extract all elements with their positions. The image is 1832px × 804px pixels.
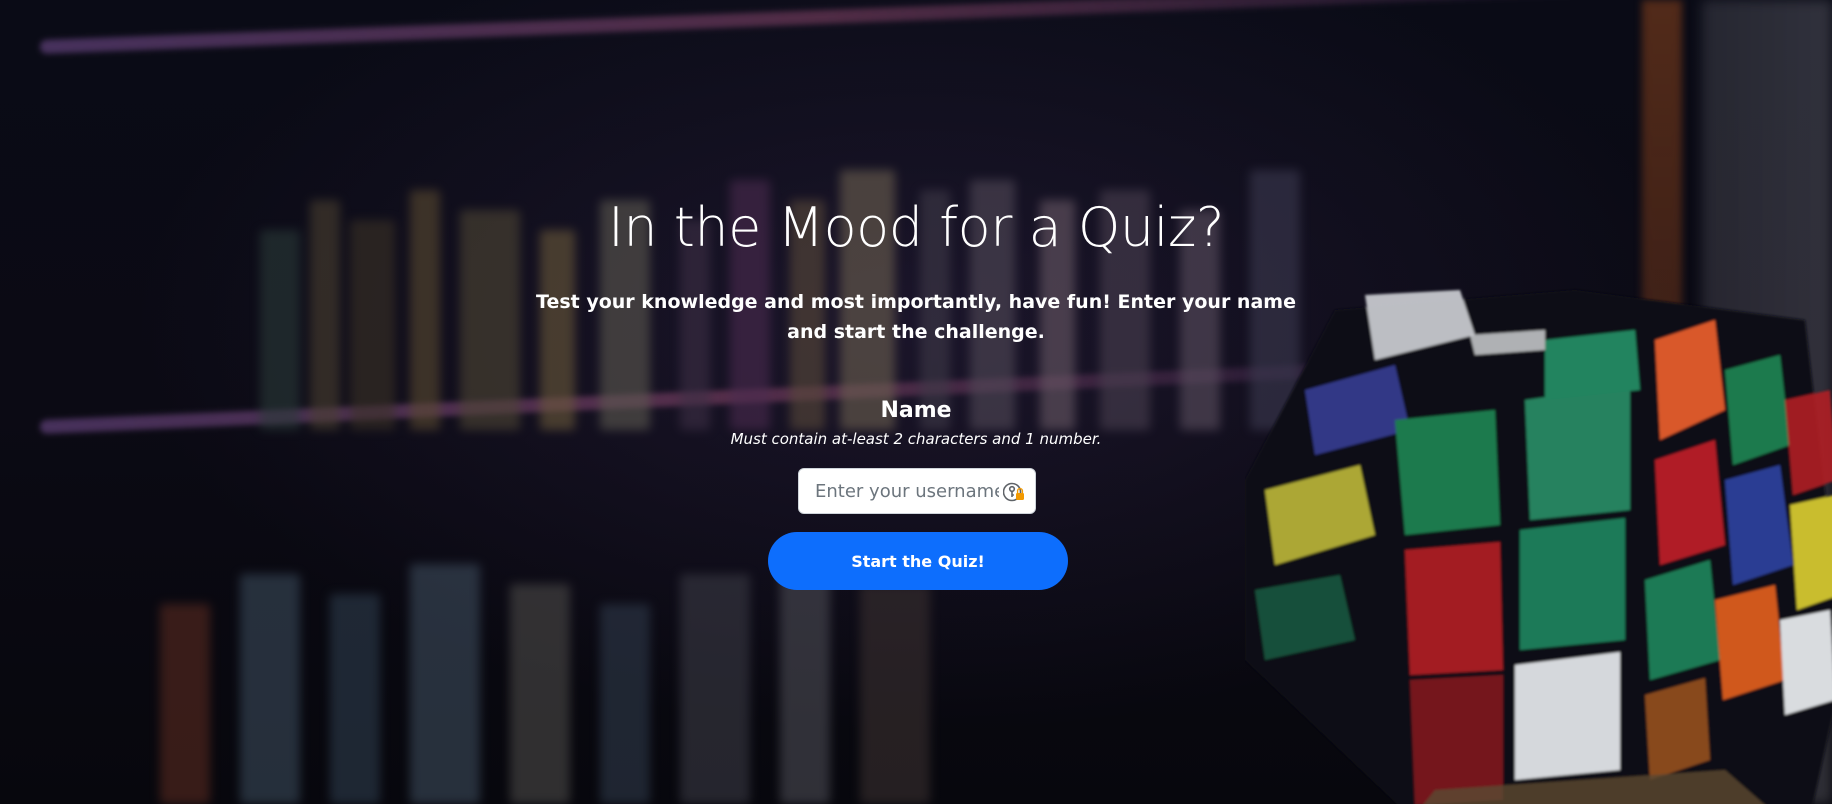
- page-title: In the Mood for a Quiz?: [607, 196, 1225, 259]
- username-input[interactable]: [799, 469, 999, 513]
- background-books-upper: [260, 140, 1360, 430]
- username-field[interactable]: [798, 468, 1036, 514]
- password-manager-icon[interactable]: [1003, 481, 1025, 503]
- name-label: Name: [880, 398, 952, 423]
- background-shelf-top: [39, 0, 1600, 54]
- page-subtitle: Test your knowledge and most importantly…: [536, 291, 1296, 343]
- background-books-lower: [160, 560, 980, 804]
- hero-section: In the Mood for a Quiz? Test your knowle…: [0, 0, 1832, 804]
- rubiks-cube-image: [1245, 290, 1832, 804]
- start-quiz-button[interactable]: Start the Quiz!: [768, 532, 1068, 590]
- username-hint: Must contain at-least 2 characters and 1…: [730, 430, 1102, 448]
